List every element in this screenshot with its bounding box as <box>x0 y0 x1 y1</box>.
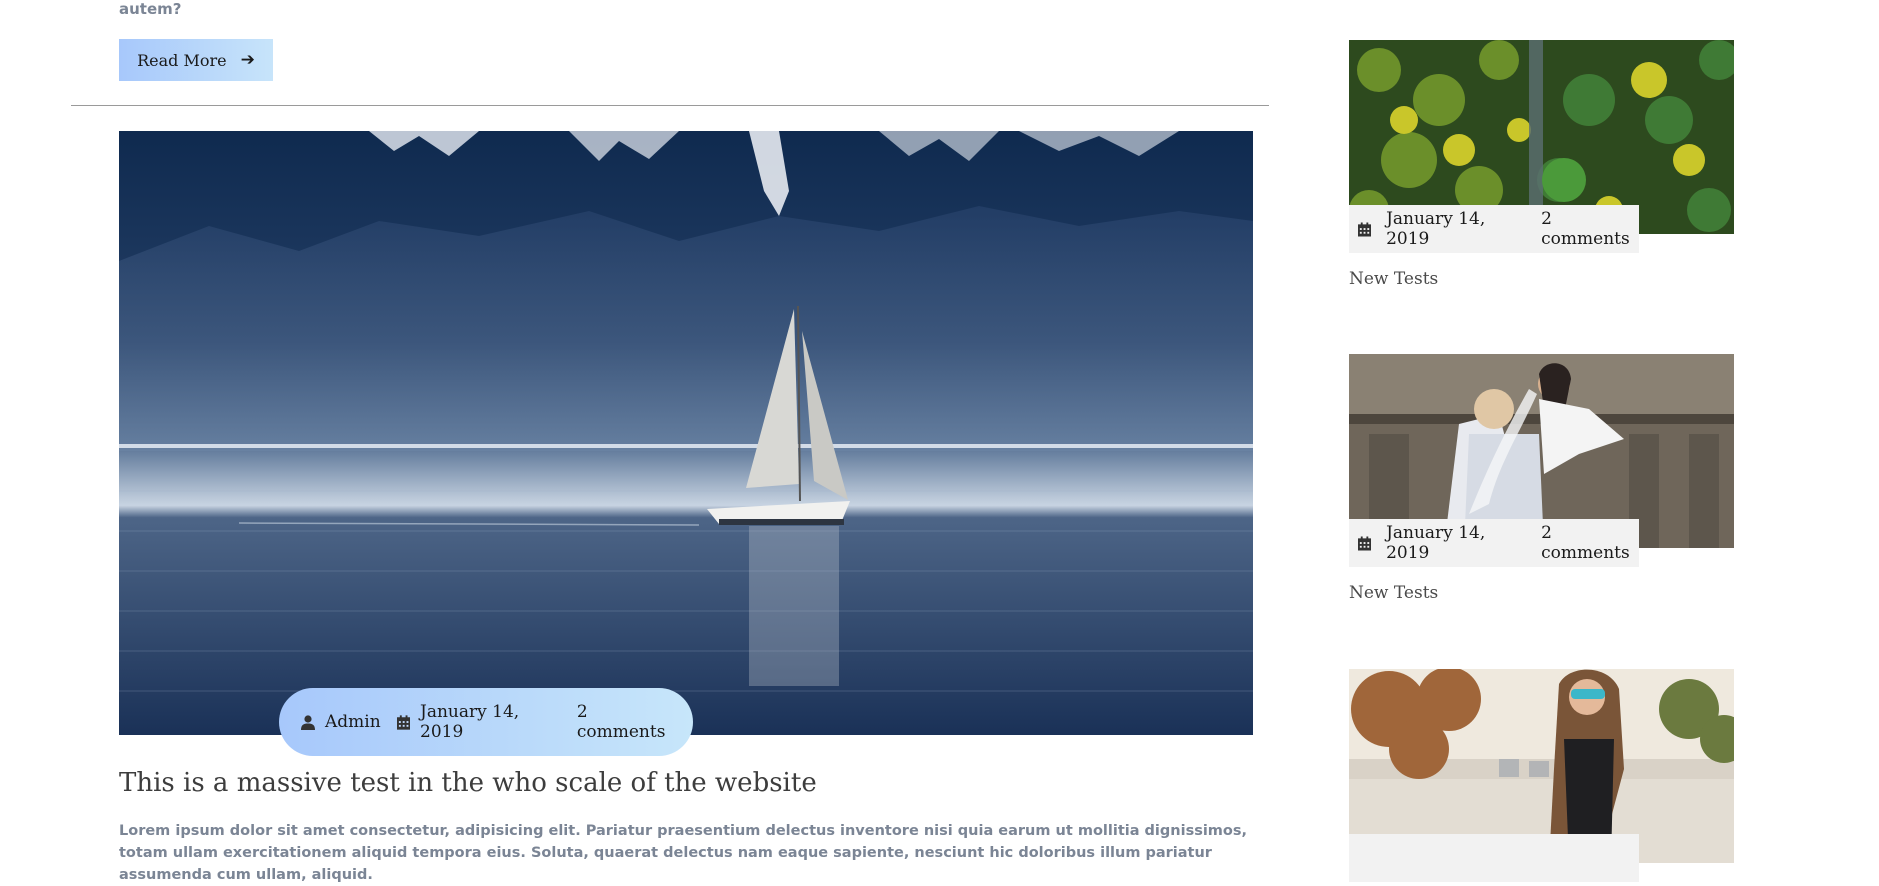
sidebar-post-date[interactable]: January 14, 2019 <box>1386 209 1524 249</box>
post-comments-link[interactable]: 2 comments <box>577 702 677 742</box>
post-excerpt-tail: autem? <box>119 0 182 18</box>
sidebar-post-card: January 14, 2019 2 comments New Tests <box>1349 40 1734 300</box>
post-title[interactable]: This is a massive test in the who scale … <box>119 768 817 798</box>
sidebar-post-meta: January 14, 2019 2 comments <box>1349 519 1639 567</box>
sidebar-post-card: January 14, 2019 2 comments New Tests <box>1349 354 1734 614</box>
sidebar-post-comments[interactable]: 2 comments <box>1541 523 1639 563</box>
post-divider <box>71 105 1269 106</box>
post-excerpt: Lorem ipsum dolor sit amet consectetur, … <box>119 823 1248 883</box>
post-meta-bar: Admin January 14, 2019 2 comments <box>279 688 693 756</box>
calendar-icon <box>396 714 411 730</box>
sidebar-post-date[interactable]: January 14, 2019 <box>1386 523 1524 563</box>
sidebar-post-meta: January 14, 2019 2 comments <box>1349 205 1639 253</box>
calendar-icon <box>1358 221 1372 237</box>
read-more-label: Read More <box>137 50 227 70</box>
arrow-right-icon: ➔ <box>240 50 255 70</box>
sidebar-post-title[interactable]: New Tests <box>1349 269 1438 289</box>
sidebar-post-meta <box>1349 834 1639 882</box>
post-author-name: Admin <box>325 712 381 732</box>
calendar-icon <box>1358 535 1372 551</box>
sidebar-post-card <box>1349 669 1734 882</box>
read-more-button[interactable]: Read More ➔ <box>119 39 273 81</box>
post-featured-image[interactable] <box>119 131 1253 735</box>
post-author[interactable]: Admin <box>301 712 381 732</box>
user-icon <box>301 714 315 730</box>
sidebar-post-comments[interactable]: 2 comments <box>1541 209 1639 249</box>
sidebar-post-title[interactable]: New Tests <box>1349 583 1438 603</box>
post-date-text: January 14, 2019 <box>420 702 520 742</box>
post-date[interactable]: January 14, 2019 <box>396 702 561 742</box>
